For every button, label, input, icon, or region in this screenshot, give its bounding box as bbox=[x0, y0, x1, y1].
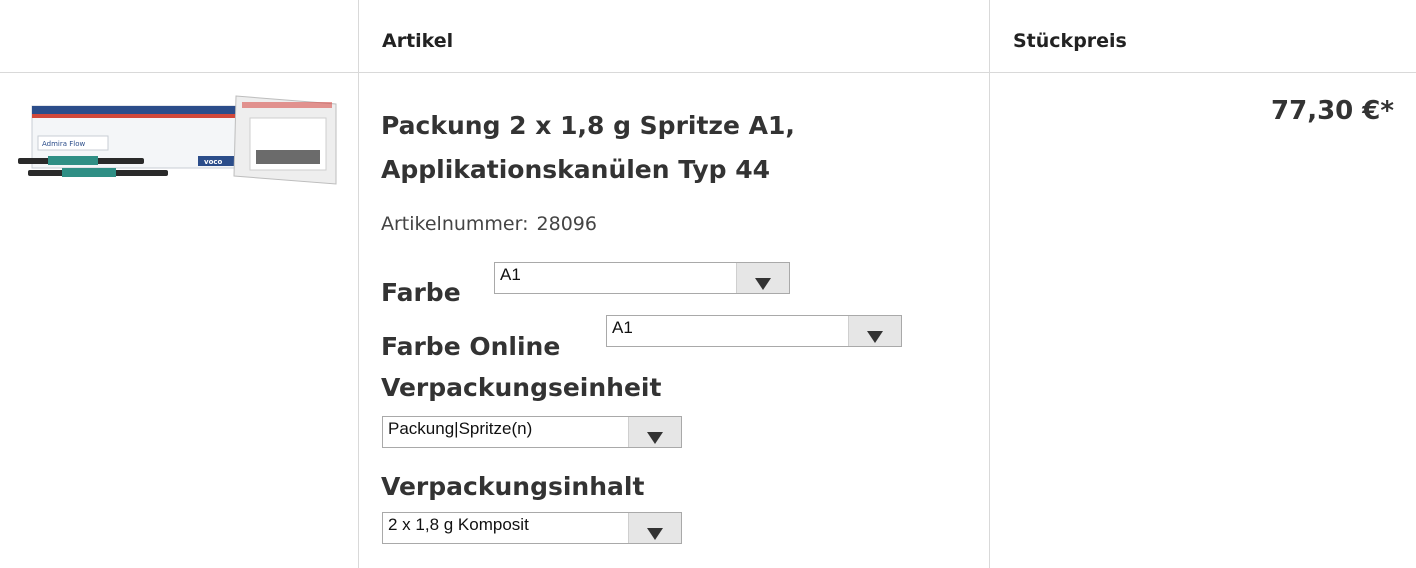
article-number: Artikelnummer: 28096 bbox=[381, 213, 597, 235]
farbe-online-select[interactable]: A1 bbox=[606, 315, 902, 347]
article-number-value: 28096 bbox=[536, 213, 597, 235]
column-divider bbox=[989, 0, 990, 568]
article-number-label: Artikelnummer: bbox=[381, 213, 529, 235]
farbe-online-select-value: A1 bbox=[612, 318, 633, 337]
verpackungseinheit-select-value: Packung|Spritze(n) bbox=[388, 419, 533, 438]
column-header-artikel: Artikel bbox=[382, 30, 454, 52]
dropdown-arrow-icon[interactable] bbox=[736, 263, 789, 293]
verpackungsinhalt-label: Verpackungsinhalt bbox=[381, 472, 645, 501]
verpackungsinhalt-select[interactable]: 2 x 1,8 g Komposit bbox=[382, 512, 682, 544]
header-divider bbox=[0, 72, 1416, 73]
dropdown-arrow-icon[interactable] bbox=[628, 417, 681, 447]
dropdown-arrow-icon[interactable] bbox=[628, 513, 681, 543]
verpackungsinhalt-select-value: 2 x 1,8 g Komposit bbox=[388, 515, 529, 534]
column-divider bbox=[358, 0, 359, 568]
verpackungseinheit-select[interactable]: Packung|Spritze(n) bbox=[382, 416, 682, 448]
column-header-stueckpreis: Stückpreis bbox=[1013, 30, 1127, 52]
farbe-online-label: Farbe Online bbox=[381, 332, 561, 361]
svg-text:Admira Flow: Admira Flow bbox=[42, 140, 86, 148]
farbe-label: Farbe bbox=[381, 278, 461, 307]
farbe-select[interactable]: A1 bbox=[494, 262, 790, 294]
svg-text:voco: voco bbox=[204, 158, 223, 166]
verpackungseinheit-label: Verpackungseinheit bbox=[381, 373, 662, 402]
unit-price: 77,30 €* bbox=[1271, 96, 1394, 126]
product-title[interactable]: Packung 2 x 1,8 g Spritze A1, Applikatio… bbox=[381, 104, 941, 192]
dropdown-arrow-icon[interactable] bbox=[848, 316, 901, 346]
farbe-select-value: A1 bbox=[500, 265, 521, 284]
product-image[interactable]: Admira Flow voco bbox=[18, 92, 340, 190]
